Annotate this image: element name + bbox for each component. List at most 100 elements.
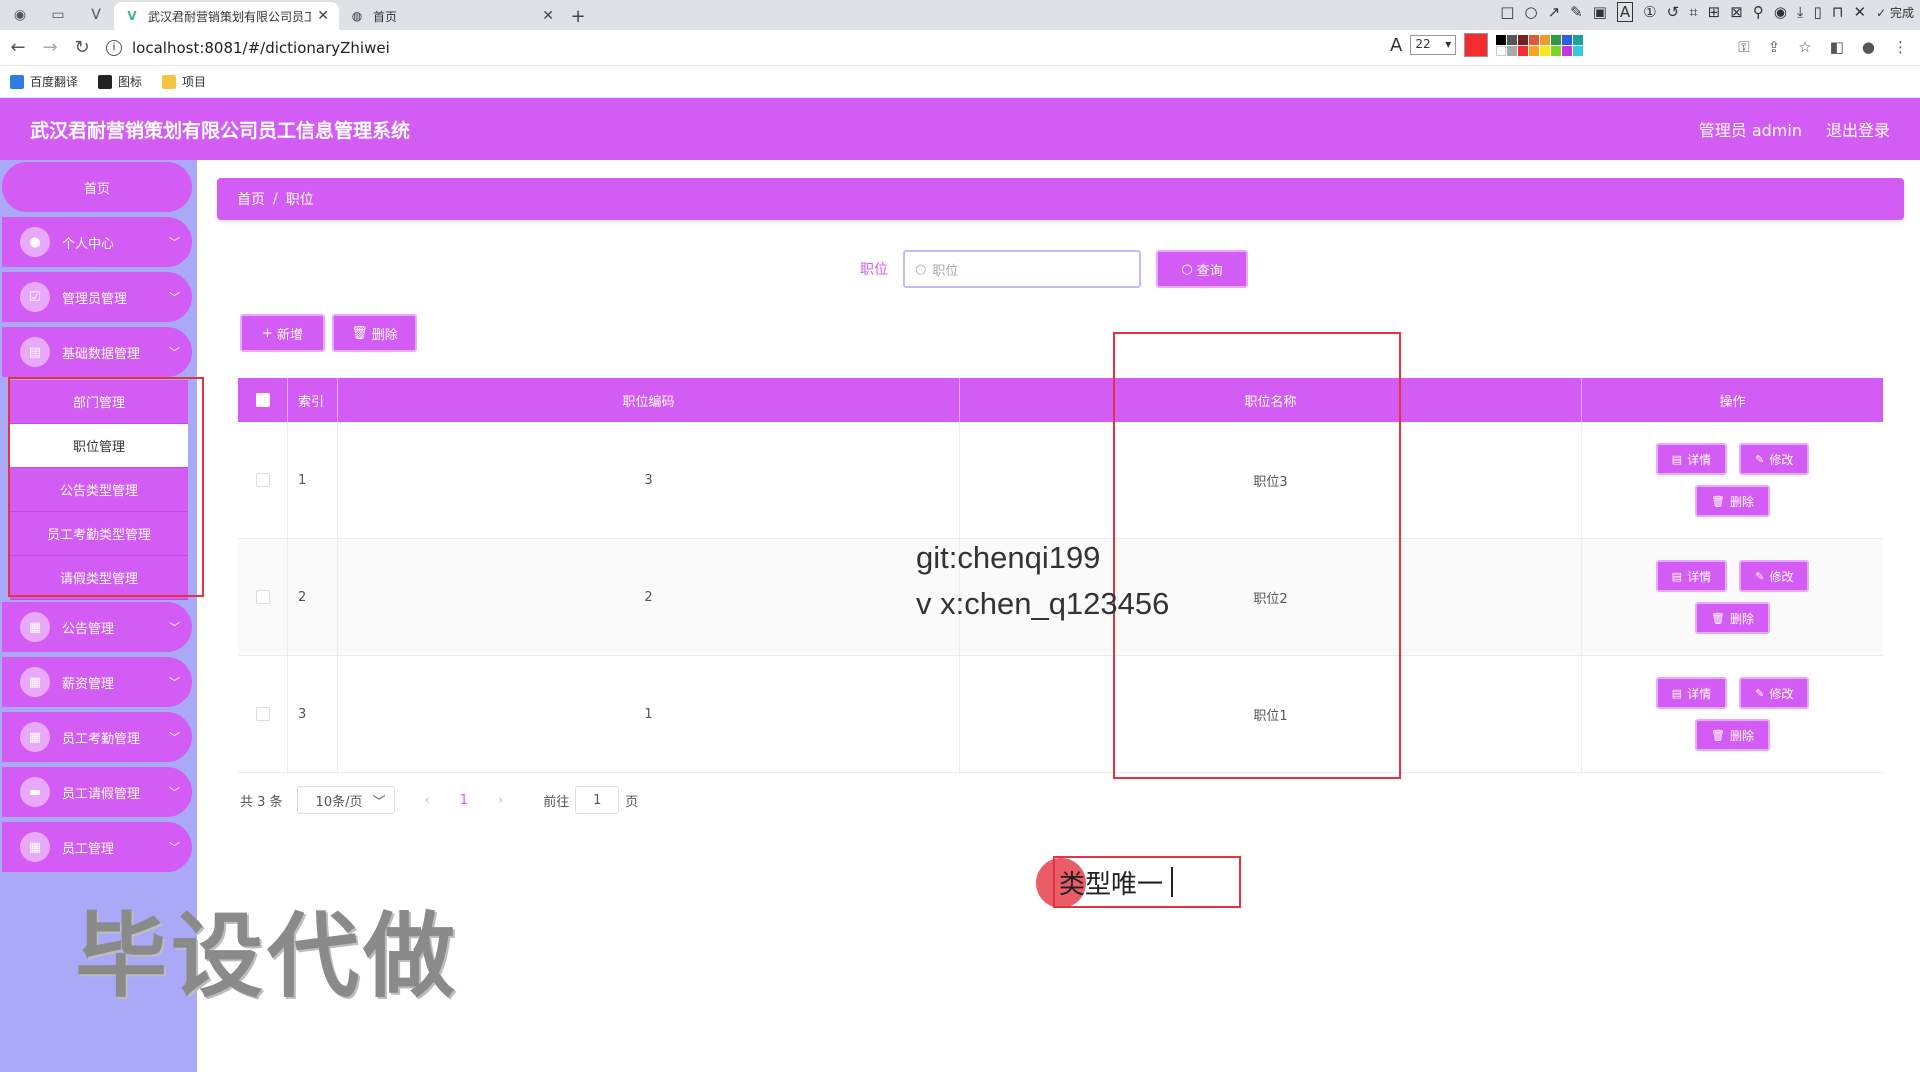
sidepanel-icon[interactable]: ◧ (1830, 38, 1844, 56)
forward-icon[interactable]: → (36, 37, 64, 58)
site-info-icon[interactable]: i (106, 39, 122, 56)
rectangle-tool-icon[interactable]: □ (1500, 3, 1514, 21)
cancel-icon[interactable]: ✕ (1854, 3, 1867, 21)
delete-row-button[interactable]: 🗑 删除 (1695, 485, 1770, 517)
back-icon[interactable]: ← (4, 37, 32, 58)
sidebar-item-label: 基础数据管理 (62, 346, 141, 362)
edit-button[interactable]: ✎ 修改 (1739, 560, 1810, 592)
ocr-icon[interactable]: ⊞ (1708, 3, 1721, 21)
profile-icon[interactable]: ● (1862, 38, 1875, 56)
mosaic-tool-icon[interactable]: ▣ (1593, 3, 1607, 21)
delete-label: 删除 (1729, 611, 1754, 626)
ellipse-tool-icon[interactable]: ○ (1524, 3, 1537, 21)
batch-delete-button[interactable]: 🗑 删除 (332, 314, 417, 352)
prev-page-icon[interactable]: ‹ (425, 793, 430, 808)
page-size-select[interactable]: 10条/页 ﹀ (296, 786, 395, 814)
menu-icon[interactable]: ⋮ (1893, 38, 1908, 56)
cell-index: 3 (288, 656, 338, 772)
sidebar-item-employees[interactable]: ▦ 员工管理 ﹀ (2, 822, 192, 872)
detail-button[interactable]: ▤ 详情 (1655, 443, 1728, 475)
sidebar-item-salary[interactable]: ▦ 薪资管理 ﹀ (2, 657, 192, 707)
pencil-icon: ✎ (1755, 686, 1765, 700)
annotation-text-box[interactable]: 类型唯一 (1053, 856, 1241, 908)
logout-link[interactable]: 退出登录 (1826, 117, 1890, 141)
record-icon[interactable]: ◉ (1774, 3, 1787, 21)
share-icon[interactable]: ⇪ (1768, 38, 1781, 56)
query-button[interactable]: ○ 查询 (1156, 250, 1248, 288)
chevron-down-icon: ﹀ (169, 786, 180, 799)
url-field[interactable]: i localhost:8081/#/dictionaryZhiwei (106, 39, 390, 57)
sidebar-item-leave[interactable]: ▬ 员工请假管理 ﹀ (2, 767, 192, 817)
pen-tool-icon[interactable]: ✎ (1570, 3, 1583, 21)
key-icon[interactable]: ⚿ (1738, 38, 1749, 56)
globe-icon: ◍ (351, 9, 363, 23)
reload-icon[interactable]: ↻ (68, 37, 96, 58)
table-row: 1 3 职位3 ▤ 详情 ✎ 修改 🗑 删除 (238, 422, 1883, 539)
bookmark-projects[interactable]: 项目 (162, 73, 206, 90)
arrow-tool-icon[interactable]: ↗ (1548, 3, 1561, 21)
current-color-swatch[interactable] (1464, 33, 1489, 57)
delete-row-button[interactable]: 🗑 删除 (1695, 719, 1770, 751)
reader-icon[interactable]: ▭ (46, 3, 70, 27)
detail-button[interactable]: ▤ 详情 (1655, 677, 1728, 709)
bookmark-translate[interactable]: 百度翻译 (10, 73, 78, 90)
close-tab-icon[interactable]: ✕ (542, 8, 554, 24)
next-page-icon[interactable]: › (498, 793, 503, 808)
overlay-contact-text: v x:chen_q123456 (916, 586, 1170, 621)
app-header: 武汉君耐营销策划有限公司员工信息管理系统 管理员 admin 退出登录 (0, 98, 1920, 160)
search-input[interactable]: ○ 职位 (903, 250, 1141, 288)
goto-page-input[interactable]: 1 (575, 786, 620, 814)
phone-icon[interactable]: ▯ (1814, 3, 1822, 21)
color-palette[interactable] (1496, 34, 1584, 56)
edit-button[interactable]: ✎ 修改 (1739, 677, 1810, 709)
bookmark-icons[interactable]: 图标 (98, 73, 142, 90)
sidebar-item-admins[interactable]: ☑ 管理员管理 ﹀ (2, 272, 192, 322)
plus-icon: + (262, 325, 273, 341)
detail-button[interactable]: ▤ 详情 (1655, 560, 1728, 592)
font-size-select[interactable]: 22 ▾ (1410, 35, 1457, 55)
detail-label: 详情 (1687, 686, 1712, 701)
done-button[interactable]: ✓ 完成 (1876, 4, 1914, 21)
sidebar-item-home[interactable]: 首页 (2, 162, 192, 212)
select-all-checkbox[interactable] (255, 393, 270, 407)
translate-icon[interactable]: ⊠ (1730, 3, 1743, 21)
breadcrumb-separator: / (273, 191, 278, 207)
sidebar-item-notices[interactable]: ▦ 公告管理 ﹀ (2, 602, 192, 652)
cell-index: 1 (288, 422, 338, 538)
vue-icon[interactable]: V (84, 3, 108, 27)
sidebar-item-basic-data[interactable]: ▤ 基础数据管理 ﹀ (2, 327, 192, 377)
breadcrumb-home[interactable]: 首页 (237, 189, 265, 209)
tab-active[interactable]: V 武汉君耐营销策划有限公司员工 ✕ (114, 2, 339, 30)
sidebar-item-profile[interactable]: ● 个人中心 ﹀ (2, 217, 192, 267)
pin-icon[interactable]: ⚲ (1753, 3, 1764, 21)
tab-home[interactable]: ◍ 首页 ✕ (339, 2, 564, 30)
row-checkbox[interactable] (255, 473, 270, 487)
chevron-down-icon: ﹀ (169, 236, 180, 249)
crop-icon[interactable]: ⌗ (1689, 3, 1697, 21)
text-tool-icon[interactable]: A (1616, 2, 1634, 22)
url-text: localhost:8081/#/dictionaryZhiwei (132, 38, 390, 57)
delete-row-button[interactable]: 🗑 删除 (1695, 602, 1770, 634)
edit-label: 修改 (1769, 569, 1794, 584)
number-tool-icon[interactable]: ① (1643, 3, 1656, 21)
bookmark-icon[interactable]: ⊓ (1832, 3, 1844, 21)
download-icon[interactable]: ⤓ (1797, 3, 1804, 21)
undo-icon[interactable]: ↺ (1667, 3, 1680, 21)
watermark-text: 毕设代做 (75, 903, 460, 1010)
add-button[interactable]: + 新增 (240, 314, 325, 352)
page-size-value: 10条/页 (315, 794, 363, 810)
new-tab-button[interactable]: + (564, 2, 592, 30)
edit-button[interactable]: ✎ 修改 (1739, 443, 1810, 475)
row-checkbox[interactable] (255, 590, 270, 604)
current-user: 管理员 admin (1698, 121, 1802, 140)
sidebar-item-attendance[interactable]: ▦ 员工考勤管理 ﹀ (2, 712, 192, 762)
chrome-icon[interactable]: ◉ (8, 3, 32, 27)
row-checkbox[interactable] (255, 707, 270, 721)
sidebar-item-label: 个人中心 (62, 236, 115, 252)
document-icon: ▤ (1671, 452, 1683, 466)
header-actions: 操作 (1719, 394, 1746, 410)
close-tab-icon[interactable]: ✕ (317, 8, 329, 24)
current-page[interactable]: 1 (460, 793, 468, 808)
cell-actions: ▤ 详情 ✎ 修改 🗑 删除 (1582, 656, 1883, 772)
star-icon[interactable]: ☆ (1798, 38, 1811, 56)
